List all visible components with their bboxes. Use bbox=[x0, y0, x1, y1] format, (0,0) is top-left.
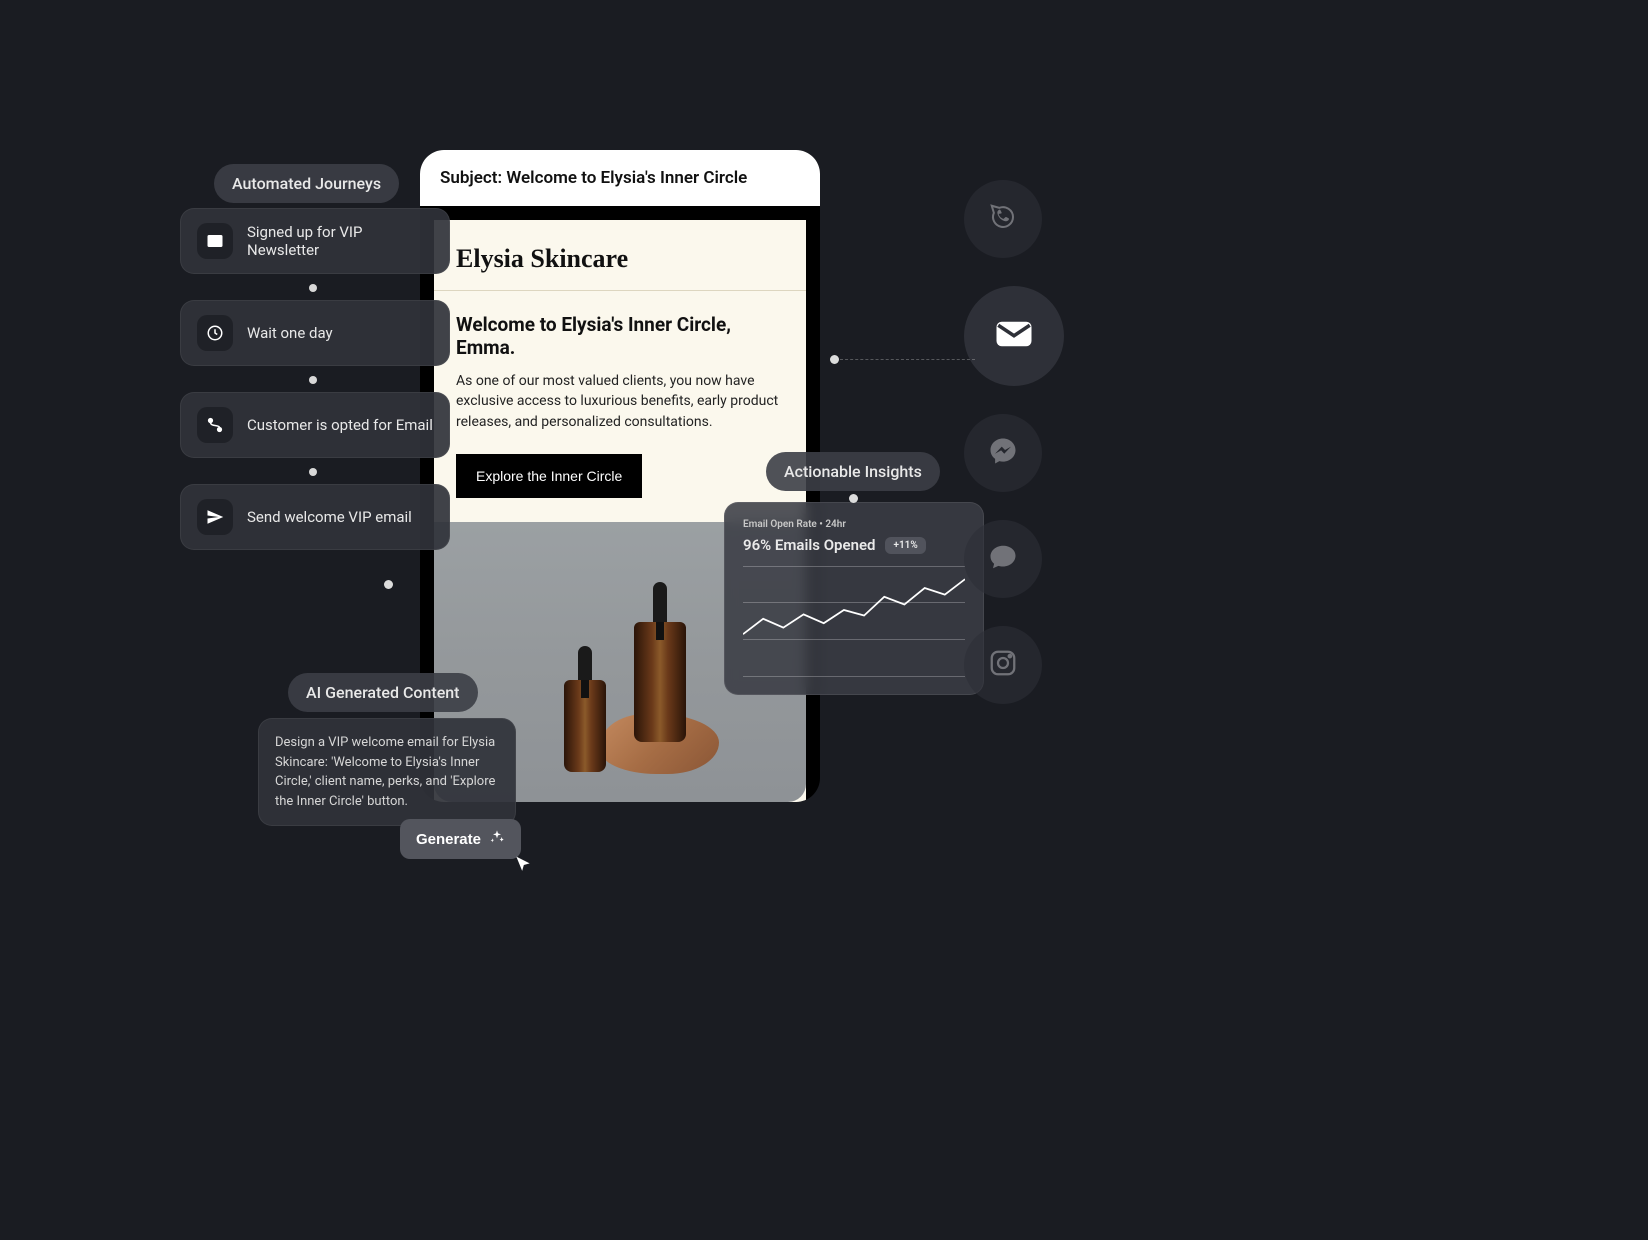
journey-step-wait[interactable]: Wait one day bbox=[180, 300, 450, 366]
insights-headline: 96% Emails Opened bbox=[743, 536, 875, 554]
chat-icon bbox=[988, 542, 1018, 576]
insights-card: Email Open Rate • 24hr 96% Emails Opened… bbox=[724, 502, 984, 695]
send-icon bbox=[197, 499, 233, 535]
actionable-insights-label: Actionable Insights bbox=[766, 452, 940, 491]
ai-prompt-text: Design a VIP welcome email for Elysia Sk… bbox=[275, 733, 499, 811]
journey-step-signup[interactable]: Signed up for VIP Newsletter bbox=[180, 208, 450, 274]
clock-icon bbox=[197, 315, 233, 351]
email-heading: Welcome to Elysia's Inner Circle, Emma. bbox=[434, 291, 806, 367]
email-brand: Elysia Skincare bbox=[434, 220, 806, 291]
email-preview-card: Subject: Welcome to Elysia's Inner Circl… bbox=[420, 150, 820, 802]
channel-chat[interactable] bbox=[964, 520, 1042, 598]
mail-icon bbox=[993, 313, 1035, 359]
ai-prompt-panel: Design a VIP welcome email for Elysia Sk… bbox=[258, 718, 516, 826]
mail-icon bbox=[197, 223, 233, 259]
email-subject: Subject: Welcome to Elysia's Inner Circl… bbox=[420, 150, 820, 206]
channel-instagram[interactable] bbox=[964, 626, 1042, 704]
journey-step-label: Send welcome VIP email bbox=[247, 508, 412, 526]
channel-email[interactable] bbox=[964, 286, 1064, 386]
connector-dot bbox=[830, 355, 839, 364]
journey-steps: Signed up for VIP Newsletter Wait one da… bbox=[180, 208, 450, 550]
channel-messenger[interactable] bbox=[964, 414, 1042, 492]
cursor-icon bbox=[513, 855, 533, 882]
journey-step-label: Signed up for VIP Newsletter bbox=[247, 223, 433, 259]
email-cta-button[interactable]: Explore the Inner Circle bbox=[456, 454, 642, 498]
journey-step-opted[interactable]: Customer is opted for Email bbox=[180, 392, 450, 458]
channel-whatsapp[interactable] bbox=[964, 180, 1042, 258]
connector-dot bbox=[384, 580, 393, 589]
email-paragraph: As one of our most valued clients, you n… bbox=[434, 367, 806, 448]
connector-line bbox=[840, 359, 975, 360]
messenger-icon bbox=[988, 436, 1018, 470]
branch-icon bbox=[197, 407, 233, 443]
automated-journeys-label: Automated Journeys bbox=[214, 164, 399, 203]
ai-generated-content-label: AI Generated Content bbox=[288, 673, 478, 712]
generate-button-label: Generate bbox=[416, 831, 481, 848]
journey-step-send[interactable]: Send welcome VIP email bbox=[180, 484, 450, 550]
journey-step-label: Customer is opted for Email bbox=[247, 416, 433, 434]
connector-dot bbox=[849, 494, 858, 503]
whatsapp-icon bbox=[988, 202, 1018, 236]
insights-chart bbox=[743, 566, 965, 676]
insights-delta-badge: +11% bbox=[885, 537, 925, 554]
insights-meta: Email Open Rate • 24hr bbox=[743, 519, 965, 530]
channel-list bbox=[964, 180, 1064, 704]
journey-step-label: Wait one day bbox=[247, 324, 333, 342]
sparkle-icon bbox=[489, 829, 505, 849]
generate-button[interactable]: Generate bbox=[400, 819, 521, 859]
instagram-icon bbox=[988, 648, 1018, 682]
